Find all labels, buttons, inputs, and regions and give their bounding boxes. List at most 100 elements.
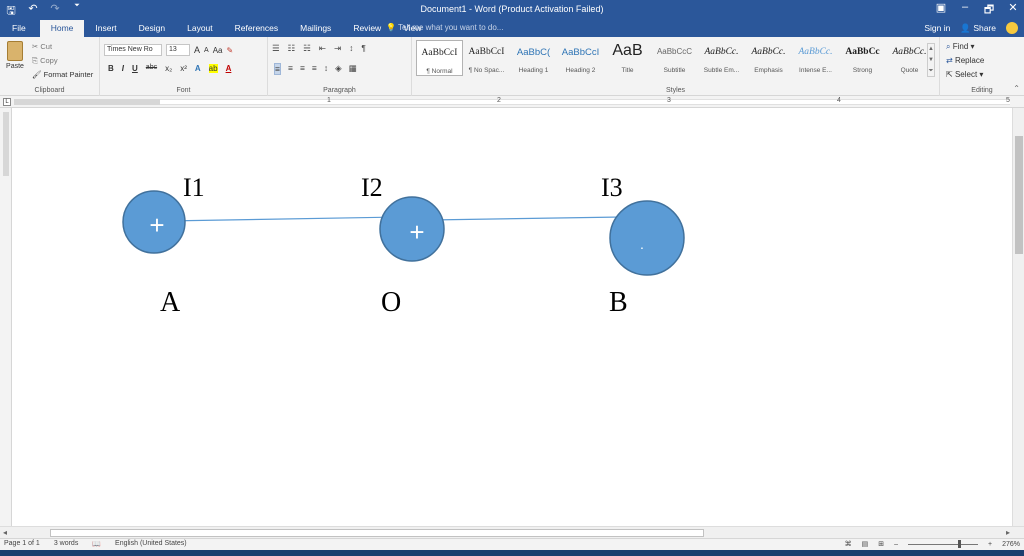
zoom-out-button[interactable]: –: [894, 541, 898, 548]
horizontal-ruler[interactable]: L 1 2 3 4 5: [0, 96, 1024, 108]
scroll-left-icon[interactable]: ◂: [3, 528, 7, 537]
underline-button[interactable]: U: [132, 64, 138, 73]
numbering-button[interactable]: ☷: [288, 43, 296, 54]
sign-in-link[interactable]: Sign in: [924, 23, 950, 33]
collapse-ribbon-icon[interactable]: ⌃: [1013, 84, 1020, 93]
feedback-smiley-icon[interactable]: [1006, 22, 1018, 34]
node-label-a: A: [160, 287, 181, 318]
align-left-button[interactable]: ≡: [274, 63, 281, 75]
font-name-dropdown[interactable]: Times New Ro: [104, 44, 162, 56]
font-color-button[interactable]: A: [226, 64, 232, 73]
zoom-level[interactable]: 276%: [1002, 541, 1020, 548]
style-item[interactable]: AaBbCcC Subtitle: [651, 40, 698, 76]
horizontal-scroll-thumb[interactable]: [50, 529, 704, 537]
zoom-slider[interactable]: [908, 539, 978, 548]
title-bar: 🖫 ↶ ↷ ⏷ Document1 - Word (Product Activa…: [0, 0, 1024, 20]
bold-button[interactable]: B: [108, 64, 114, 73]
clear-formatting-icon[interactable]: ✎: [226, 46, 233, 55]
style-name: Subtle Em...: [703, 67, 740, 74]
styles-scroll[interactable]: ▲ ▼ ⏷: [927, 43, 935, 77]
horizontal-scrollbar[interactable]: ◂ ▸: [0, 526, 1024, 538]
vertical-scrollbar[interactable]: [1012, 108, 1024, 526]
grow-font-button[interactable]: A: [194, 45, 200, 55]
ribbon-tabs: File Home Insert Design Layout Reference…: [0, 20, 1024, 37]
minimize-icon[interactable]: –: [958, 1, 972, 20]
font-size-dropdown[interactable]: 13: [166, 44, 190, 56]
web-layout-icon[interactable]: ⊞: [878, 540, 884, 548]
change-case-button[interactable]: Aa: [213, 46, 223, 55]
increase-indent-button[interactable]: ⇥: [334, 43, 341, 54]
highlight-button[interactable]: ab: [208, 64, 218, 73]
language-indicator[interactable]: English (United States): [115, 540, 187, 548]
italic-button[interactable]: I: [122, 64, 124, 73]
superscript-button[interactable]: x²: [180, 64, 187, 73]
sort-button[interactable]: ↕: [349, 43, 353, 54]
find-button[interactable]: ⌕ Find ▾: [946, 40, 984, 54]
center-button[interactable]: ≡: [288, 63, 293, 75]
multilevel-list-button[interactable]: ☵: [303, 43, 311, 54]
style-name: Subtitle: [663, 67, 686, 74]
ribbon-display-options-icon[interactable]: ▣: [934, 1, 948, 20]
style-item[interactable]: AaBbCc. Emphasis: [745, 40, 792, 76]
share-button[interactable]: 👤 Share: [960, 23, 996, 34]
styles-gallery: AaBbCcI ¶ Normal AaBbCcI ¶ No Spac... AaBbC(…: [416, 40, 933, 76]
strikethrough-button[interactable]: abc: [146, 64, 157, 73]
shrink-font-button[interactable]: A: [204, 47, 209, 54]
style-sample: AaB: [612, 42, 643, 59]
style-item[interactable]: AaBbCcI Heading 2: [557, 40, 604, 76]
style-item[interactable]: AaBbCcI ¶ No Spac...: [463, 40, 510, 76]
tab-layout[interactable]: Layout: [176, 20, 224, 37]
subscript-button[interactable]: x₂: [165, 64, 172, 73]
tell-me-box[interactable]: 💡 Tell me what you want to do...: [386, 23, 503, 32]
style-item[interactable]: AaBbCc. Quote: [886, 40, 933, 76]
align-right-button[interactable]: ≡: [300, 63, 305, 75]
style-item[interactable]: AaB Title: [604, 40, 651, 76]
format-painter-button[interactable]: 🖌 Format Painter: [32, 68, 93, 82]
close-icon[interactable]: ✕: [1006, 1, 1020, 20]
clipboard-icon: [7, 41, 23, 61]
decrease-indent-button[interactable]: ⇤: [319, 43, 326, 54]
tab-insert[interactable]: Insert: [84, 20, 127, 37]
style-item[interactable]: AaBbCc Strong: [839, 40, 886, 76]
borders-button[interactable]: ▦: [349, 63, 357, 75]
replace-button[interactable]: ⇄ Replace: [946, 54, 984, 68]
style-sample: AaBbCcC: [656, 47, 693, 56]
restore-icon[interactable]: 🗗: [982, 1, 996, 20]
tab-references[interactable]: References: [224, 20, 289, 37]
tab-selector[interactable]: L: [3, 98, 11, 106]
copy-button[interactable]: ⎘ Copy: [32, 54, 93, 68]
tab-home[interactable]: Home: [39, 20, 85, 37]
group-clipboard: Paste ✂ Cut ⎘ Copy 🖌 Format Painter Clip…: [0, 37, 100, 96]
bullets-button[interactable]: ☰: [272, 43, 280, 54]
show-marks-button[interactable]: ¶: [361, 43, 366, 54]
justify-button[interactable]: ≡: [312, 63, 317, 75]
tab-file[interactable]: File: [0, 20, 40, 37]
tab-review[interactable]: Review: [342, 20, 392, 37]
word-count[interactable]: 3 words: [54, 540, 79, 548]
cut-button[interactable]: ✂ Cut: [32, 40, 93, 54]
document-page[interactable]: + + · I1 I2 I3 A O B: [12, 108, 1012, 526]
style-item[interactable]: AaBbC(Heading 1: [510, 40, 557, 76]
select-button[interactable]: ⇱ Select ▾: [946, 68, 984, 82]
node-b-circle[interactable]: [609, 200, 685, 276]
style-item[interactable]: AaBbCcI ¶ Normal: [416, 40, 463, 76]
tab-design[interactable]: Design: [128, 20, 176, 37]
zoom-slider-thumb[interactable]: [958, 539, 961, 548]
wire-o-to-b[interactable]: [429, 216, 623, 221]
line-spacing-button[interactable]: ↕: [324, 63, 328, 75]
page-count[interactable]: Page 1 of 1: [4, 540, 40, 548]
style-item[interactable]: AaBbCc. Subtle Em...: [698, 40, 745, 76]
zoom-in-button[interactable]: +: [988, 541, 992, 548]
vertical-scroll-thumb[interactable]: [1015, 136, 1023, 254]
text-effects-button[interactable]: A: [195, 64, 201, 73]
proofing-icon[interactable]: 📖: [92, 540, 101, 548]
paste-button[interactable]: Paste: [5, 41, 25, 70]
focus-mode-icon[interactable]: ⌘: [845, 540, 852, 548]
print-layout-icon[interactable]: ▤: [862, 540, 869, 548]
scroll-right-icon[interactable]: ▸: [1006, 528, 1010, 537]
shading-button[interactable]: ◈: [335, 63, 342, 75]
editing-group-label: Editing: [971, 87, 993, 94]
wire-a-to-o[interactable]: [165, 216, 401, 222]
style-item[interactable]: AaBbCc. Intense E...: [792, 40, 839, 76]
tab-mailings[interactable]: Mailings: [289, 20, 342, 37]
